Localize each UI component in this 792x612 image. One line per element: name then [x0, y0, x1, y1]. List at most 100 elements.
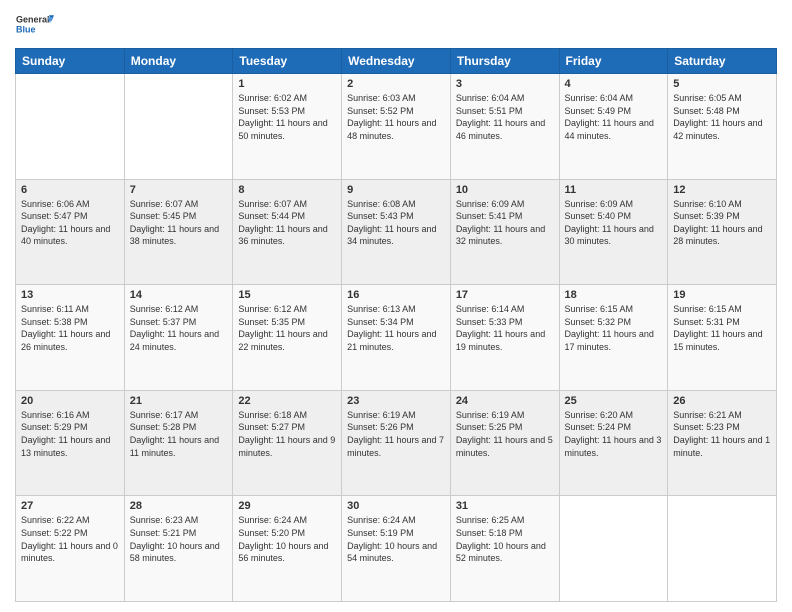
day-number: 29 [238, 500, 336, 512]
calendar-cell: 8 Sunrise: 6:07 AMSunset: 5:44 PMDaylight… [233, 179, 342, 285]
day-number: 22 [238, 395, 336, 407]
day-info: Sunrise: 6:24 AMSunset: 5:20 PMDaylight:… [238, 514, 336, 564]
day-number: 27 [21, 500, 119, 512]
day-number: 26 [673, 395, 771, 407]
day-number: 4 [565, 78, 663, 90]
day-info: Sunrise: 6:23 AMSunset: 5:21 PMDaylight:… [130, 514, 228, 564]
day-number: 12 [673, 184, 771, 196]
day-number: 9 [347, 184, 445, 196]
day-info: Sunrise: 6:06 AMSunset: 5:47 PMDaylight:… [21, 198, 119, 248]
logo-svg: General Blue [15, 10, 55, 40]
day-info: Sunrise: 6:18 AMSunset: 5:27 PMDaylight:… [238, 409, 336, 459]
day-info: Sunrise: 6:24 AMSunset: 5:19 PMDaylight:… [347, 514, 445, 564]
day-info: Sunrise: 6:12 AMSunset: 5:35 PMDaylight:… [238, 303, 336, 353]
day-number: 21 [130, 395, 228, 407]
day-info: Sunrise: 6:09 AMSunset: 5:40 PMDaylight:… [565, 198, 663, 248]
day-info: Sunrise: 6:20 AMSunset: 5:24 PMDaylight:… [565, 409, 663, 459]
day-info: Sunrise: 6:03 AMSunset: 5:52 PMDaylight:… [347, 92, 445, 142]
day-info: Sunrise: 6:11 AMSunset: 5:38 PMDaylight:… [21, 303, 119, 353]
weekday-header-row: SundayMondayTuesdayWednesdayThursdayFrid… [16, 49, 777, 74]
weekday-header-saturday: Saturday [668, 49, 777, 74]
day-info: Sunrise: 6:14 AMSunset: 5:33 PMDaylight:… [456, 303, 554, 353]
day-info: Sunrise: 6:02 AMSunset: 5:53 PMDaylight:… [238, 92, 336, 142]
day-number: 16 [347, 289, 445, 301]
calendar-week-2: 6Sunrise: 6:06 AMSunset: 5:47 PMDaylight… [16, 179, 777, 285]
day-number: 17 [456, 289, 554, 301]
calendar-cell: 11Sunrise: 6:09 AMSunset: 5:40 PMDayligh… [559, 179, 668, 285]
day-info: Sunrise: 6:22 AMSunset: 5:22 PMDaylight:… [21, 514, 119, 564]
day-info: Sunrise: 6:09 AMSunset: 5:41 PMDaylight:… [456, 198, 554, 248]
day-info: Sunrise: 6:05 AMSunset: 5:48 PMDaylight:… [673, 92, 771, 142]
day-number: 13 [21, 289, 119, 301]
calendar-cell: 21 Sunrise: 6:17 AMSunset: 5:28 PMDayligh… [124, 390, 233, 496]
calendar-cell: 4 Sunrise: 6:04 AMSunset: 5:49 PMDaylight… [559, 74, 668, 180]
calendar-week-5: 27 Sunrise: 6:22 AMSunset: 5:22 PMDayligh… [16, 496, 777, 602]
calendar-cell: 29 Sunrise: 6:24 AMSunset: 5:20 PMDayligh… [233, 496, 342, 602]
weekday-header-friday: Friday [559, 49, 668, 74]
calendar-cell [16, 74, 125, 180]
calendar-cell: 18Sunrise: 6:15 AMSunset: 5:32 PMDayligh… [559, 285, 668, 391]
calendar-cell: 20 Sunrise: 6:16 AMSunset: 5:29 PMDayligh… [16, 390, 125, 496]
day-info: Sunrise: 6:12 AMSunset: 5:37 PMDaylight:… [130, 303, 228, 353]
weekday-header-monday: Monday [124, 49, 233, 74]
day-number: 7 [130, 184, 228, 196]
calendar-cell: 17 Sunrise: 6:14 AMSunset: 5:33 PMDayligh… [450, 285, 559, 391]
day-info: Sunrise: 6:07 AMSunset: 5:45 PMDaylight:… [130, 198, 228, 248]
calendar-cell: 10 Sunrise: 6:09 AMSunset: 5:41 PMDayligh… [450, 179, 559, 285]
day-number: 3 [456, 78, 554, 90]
day-number: 8 [238, 184, 336, 196]
calendar-cell [124, 74, 233, 180]
calendar-cell [668, 496, 777, 602]
day-number: 14 [130, 289, 228, 301]
calendar-cell: 13 Sunrise: 6:11 AMSunset: 5:38 PMDayligh… [16, 285, 125, 391]
day-info: Sunrise: 6:19 AMSunset: 5:26 PMDaylight:… [347, 409, 445, 459]
day-number: 1 [238, 78, 336, 90]
calendar-cell: 3 Sunrise: 6:04 AMSunset: 5:51 PMDaylight… [450, 74, 559, 180]
weekday-header-tuesday: Tuesday [233, 49, 342, 74]
calendar-week-1: 1 Sunrise: 6:02 AMSunset: 5:53 PMDaylight… [16, 74, 777, 180]
calendar-cell: 24Sunrise: 6:19 AMSunset: 5:25 PMDayligh… [450, 390, 559, 496]
day-info: Sunrise: 6:10 AMSunset: 5:39 PMDaylight:… [673, 198, 771, 248]
day-info: Sunrise: 6:15 AMSunset: 5:32 PMDaylight:… [565, 303, 663, 353]
calendar-cell: 19Sunrise: 6:15 AMSunset: 5:31 PMDayligh… [668, 285, 777, 391]
day-number: 2 [347, 78, 445, 90]
calendar-cell: 22 Sunrise: 6:18 AMSunset: 5:27 PMDayligh… [233, 390, 342, 496]
calendar-cell: 1 Sunrise: 6:02 AMSunset: 5:53 PMDaylight… [233, 74, 342, 180]
calendar-cell: 25 Sunrise: 6:20 AMSunset: 5:24 PMDayligh… [559, 390, 668, 496]
day-number: 23 [347, 395, 445, 407]
day-info: Sunrise: 6:17 AMSunset: 5:28 PMDaylight:… [130, 409, 228, 459]
calendar-cell: 14 Sunrise: 6:12 AMSunset: 5:37 PMDayligh… [124, 285, 233, 391]
day-number: 28 [130, 500, 228, 512]
day-info: Sunrise: 6:15 AMSunset: 5:31 PMDaylight:… [673, 303, 771, 353]
calendar-table: SundayMondayTuesdayWednesdayThursdayFrid… [15, 48, 777, 602]
calendar-cell: 9 Sunrise: 6:08 AMSunset: 5:43 PMDaylight… [342, 179, 451, 285]
calendar-cell: 15 Sunrise: 6:12 AMSunset: 5:35 PMDayligh… [233, 285, 342, 391]
day-info: Sunrise: 6:04 AMSunset: 5:51 PMDaylight:… [456, 92, 554, 142]
day-info: Sunrise: 6:16 AMSunset: 5:29 PMDaylight:… [21, 409, 119, 459]
day-info: Sunrise: 6:08 AMSunset: 5:43 PMDaylight:… [347, 198, 445, 248]
header: General Blue [15, 10, 777, 40]
day-number: 10 [456, 184, 554, 196]
day-info: Sunrise: 6:25 AMSunset: 5:18 PMDaylight:… [456, 514, 554, 564]
calendar-cell: 26Sunrise: 6:21 AMSunset: 5:23 PMDayligh… [668, 390, 777, 496]
calendar-cell: 2 Sunrise: 6:03 AMSunset: 5:52 PMDaylight… [342, 74, 451, 180]
weekday-header-wednesday: Wednesday [342, 49, 451, 74]
day-number: 15 [238, 289, 336, 301]
day-info: Sunrise: 6:04 AMSunset: 5:49 PMDaylight:… [565, 92, 663, 142]
calendar-cell: 31Sunrise: 6:25 AMSunset: 5:18 PMDayligh… [450, 496, 559, 602]
calendar-cell: 27 Sunrise: 6:22 AMSunset: 5:22 PMDayligh… [16, 496, 125, 602]
day-number: 20 [21, 395, 119, 407]
day-info: Sunrise: 6:07 AMSunset: 5:44 PMDaylight:… [238, 198, 336, 248]
svg-text:Blue: Blue [16, 24, 36, 34]
day-number: 24 [456, 395, 554, 407]
calendar-week-3: 13 Sunrise: 6:11 AMSunset: 5:38 PMDayligh… [16, 285, 777, 391]
calendar-cell [559, 496, 668, 602]
day-info: Sunrise: 6:13 AMSunset: 5:34 PMDaylight:… [347, 303, 445, 353]
day-number: 25 [565, 395, 663, 407]
calendar-cell: 23 Sunrise: 6:19 AMSunset: 5:26 PMDayligh… [342, 390, 451, 496]
calendar-week-4: 20 Sunrise: 6:16 AMSunset: 5:29 PMDayligh… [16, 390, 777, 496]
calendar-cell: 7 Sunrise: 6:07 AMSunset: 5:45 PMDaylight… [124, 179, 233, 285]
weekday-header-thursday: Thursday [450, 49, 559, 74]
calendar-cell: 6Sunrise: 6:06 AMSunset: 5:47 PMDaylight… [16, 179, 125, 285]
logo: General Blue [15, 10, 55, 40]
